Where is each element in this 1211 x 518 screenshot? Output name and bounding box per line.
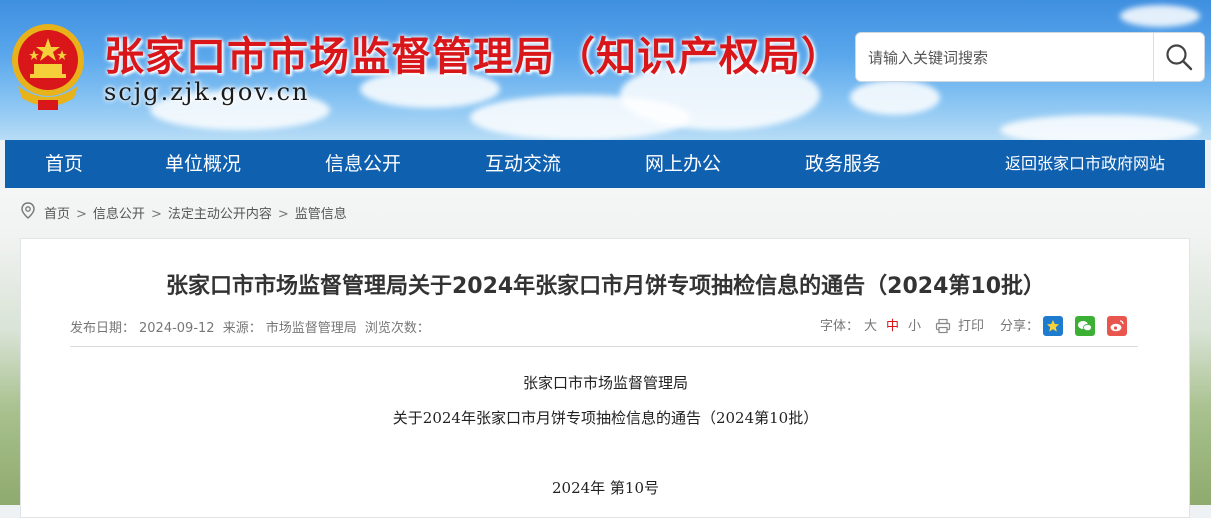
body-issuer: 张家口市市场监督管理局 [522, 374, 688, 392]
body-doc-number: 2024年 第10号 [551, 479, 660, 497]
print-icon[interactable] [935, 318, 951, 341]
nav-item-info-disclosure[interactable]: 信息公开 [325, 140, 401, 188]
breadcrumb-info-disclosure[interactable]: 信息公开 [93, 207, 145, 222]
main-nav: 首页 单位概况 信息公开 互动交流 网上办公 政务服务 返回张家口市政府网站 [5, 140, 1205, 188]
search-box [855, 32, 1205, 82]
nav-item-about[interactable]: 单位概况 [165, 140, 241, 188]
print-button[interactable]: 打印 [958, 317, 984, 337]
search-icon [1166, 44, 1193, 71]
font-size-medium[interactable]: 中 [886, 317, 899, 337]
header-banner: 张家口市市场监督管理局（知识产权局） scjg.zjk.gov.cn [0, 0, 1211, 140]
nav-item-home[interactable]: 首页 [45, 140, 83, 188]
site-title: 张家口市市场监督管理局（知识产权局） [104, 34, 842, 80]
article-meta: 发布日期： 2024-09-12 来源： 市场监督管理局 浏览次数： [70, 317, 434, 336]
share-favorite-icon[interactable] [1043, 316, 1063, 336]
breadcrumb-supervision-info[interactable]: 监管信息 [295, 207, 347, 222]
national-emblem-icon [8, 16, 88, 114]
breadcrumb-home[interactable]: 首页 [44, 207, 70, 222]
cloud-decoration [1000, 115, 1200, 140]
breadcrumb-separator: > [76, 207, 87, 222]
font-size-small[interactable]: 小 [908, 317, 921, 337]
search-input[interactable] [866, 43, 1150, 73]
share-wechat-icon[interactable] [1075, 316, 1095, 336]
share-weibo-icon[interactable] [1107, 316, 1127, 336]
search-button[interactable] [1153, 33, 1204, 81]
date-label: 发布日期： [70, 321, 136, 336]
breadcrumb-separator: > [277, 207, 289, 222]
cloud-decoration [1120, 5, 1200, 27]
publish-date: 2024-09-12 [139, 321, 215, 336]
body-subtitle: 关于2024年张家口市月饼专项抽检信息的通告（2024第10批） [392, 409, 819, 427]
font-size-large[interactable]: 大 [864, 317, 877, 337]
location-pin-icon [20, 202, 36, 228]
cloud-decoration [850, 80, 940, 115]
site-domain: scjg.zjk.gov.cn [104, 78, 310, 106]
breadcrumb: 首页 > 信息公开 > 法定主动公开内容 > 监管信息 [20, 202, 347, 224]
source-label: 来源： [222, 321, 262, 336]
nav-item-interaction[interactable]: 互动交流 [485, 140, 561, 188]
breadcrumb-statutory-content[interactable]: 法定主动公开内容 [168, 207, 272, 222]
source-value: 市场监督管理局 [265, 321, 357, 336]
views-label: 浏览次数： [364, 321, 430, 336]
meta-divider [70, 346, 1138, 347]
font-size-label: 字体： [820, 319, 860, 334]
article-title: 张家口市市场监督管理局关于2024年张家口市月饼专项抽检信息的通告（2024第1… [165, 274, 1046, 299]
nav-item-online-office[interactable]: 网上办公 [645, 140, 721, 188]
share-label: 分享： [1000, 319, 1040, 334]
return-gov-site-link[interactable]: 返回张家口市政府网站 [1005, 140, 1165, 188]
breadcrumb-separator: > [150, 207, 162, 222]
nav-item-gov-services[interactable]: 政务服务 [805, 140, 881, 188]
